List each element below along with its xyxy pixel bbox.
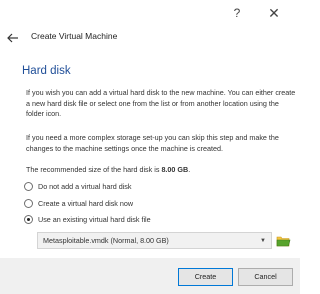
recommended-size-suffix: . [188,165,191,174]
page-heading: Hard disk [22,65,71,77]
option-label: Create a virtual hard disk now [38,199,134,208]
hard-disk-page: Hard disk If you wish you can add a virt… [0,55,300,258]
create-button[interactable]: Create [178,268,233,286]
cancel-button[interactable]: Cancel [238,268,293,286]
option-label: Use an existing virtual hard disk file [38,215,151,224]
intro-paragraph: If you wish you can add a virtual hard d… [26,88,296,119]
create-vm-dialog: ? ✕ Create Virtual Machine Hard disk If … [0,0,300,294]
radio-button[interactable] [24,182,33,191]
recommended-size-text: The recommended size of the hard disk is… [26,165,190,174]
title-bar: ? ✕ [0,0,300,26]
recommended-size-value: 8.00 GB [161,165,189,174]
close-button[interactable]: ✕ [265,4,283,22]
dialog-footer: Create Cancel [0,258,300,294]
storage-paragraph: If you need a more complex storage set-u… [26,133,279,153]
recommended-size-prefix: The recommended size of the hard disk is [26,165,162,174]
arrow-left-icon[interactable] [4,29,22,47]
selected-disk-file: Metasploitable.vmdk (Normal, 8.00 GB) [43,236,169,245]
help-button[interactable]: ? [228,4,246,22]
option-label: Do not add a virtual hard disk [38,182,132,191]
disk-file-dropdown[interactable]: Metasploitable.vmdk (Normal, 8.00 GB) ▼ [37,232,272,249]
folder-icon[interactable] [276,233,291,248]
radio-button-selected[interactable] [24,215,33,224]
wizard-title: Create Virtual Machine [31,31,118,41]
radio-button[interactable] [24,199,33,208]
chevron-down-icon[interactable]: ▼ [260,235,266,247]
